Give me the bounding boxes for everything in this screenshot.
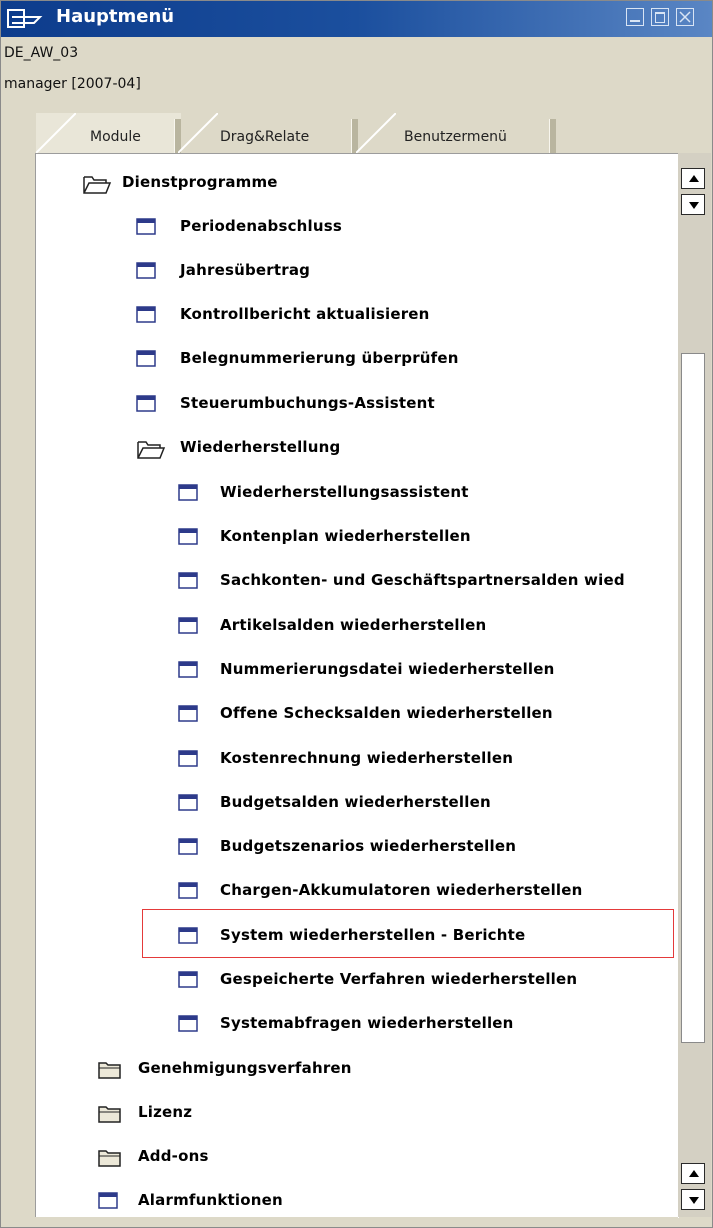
folder-open-icon [136, 439, 166, 465]
module-tabs: Module Drag&Relate Benutzermenü [36, 113, 556, 153]
window-icon [178, 572, 198, 594]
user-info-label: manager [2007-04] [4, 76, 141, 92]
window-icon [178, 484, 198, 506]
window-icon [178, 838, 198, 860]
scroll-up-button[interactable] [681, 168, 705, 189]
tab-benutzermenue[interactable]: Benutzermenü [356, 113, 556, 153]
tree-item-label: Sachkonten- und Geschäftspartnersalden w… [220, 571, 625, 589]
window-icon [98, 1192, 118, 1214]
window-title: Hauptmenü [56, 6, 175, 27]
tab-drag-relate[interactable]: Drag&Relate [178, 113, 358, 153]
tab-label: Benutzermenü [404, 129, 507, 145]
window-icon [178, 705, 198, 727]
window-icon [178, 661, 198, 683]
bottom-border [35, 1217, 678, 1227]
tree-item-label: Alarmfunktionen [138, 1191, 283, 1209]
tree-item-label: Wiederherstellungsassistent [220, 483, 469, 501]
arrow-down-icon [689, 1197, 699, 1204]
company-database-label: DE_AW_03 [4, 45, 79, 61]
tree-item-label: Offene Schecksalden wiederherstellen [220, 704, 553, 722]
tree-item-label: Lizenz [138, 1103, 193, 1121]
scroll-thumb[interactable] [681, 353, 705, 1043]
tree-item-label: Jahresübertrag [180, 261, 311, 279]
tree-item-label: Genehmigungsverfahren [138, 1059, 352, 1077]
tree-item-label: Add-ons [138, 1147, 209, 1165]
folder-open-icon [82, 174, 112, 200]
tree-item-label: Wiederherstellung [180, 438, 341, 456]
window-icon [178, 617, 198, 639]
folder-closed-icon [98, 1104, 122, 1128]
arrow-down-icon [689, 202, 699, 209]
folder-closed-icon [98, 1148, 122, 1172]
window-icon [178, 750, 198, 772]
tree-item-label: Budgetsalden wiederherstellen [220, 793, 491, 811]
module-tree: Dienstprogramme Periodenabschluss Jahres… [35, 153, 679, 1218]
tree-item-label: Periodenabschluss [180, 217, 343, 235]
window-icon [136, 218, 156, 240]
tab-module[interactable]: Module [36, 113, 181, 153]
scroll-down-button[interactable] [681, 194, 705, 215]
minimize-button[interactable] [626, 8, 644, 26]
tree-item-label: Systemabfragen wiederherstellen [220, 1014, 514, 1032]
window-icon [178, 971, 198, 993]
arrow-up-icon [689, 1170, 699, 1177]
tree-item-label: Kontrollbericht aktualisieren [180, 305, 430, 323]
tree-item-label: Budgetszenarios wiederherstellen [220, 837, 517, 855]
tree-item-label: Belegnummerierung überprüfen [180, 349, 459, 367]
tree-item-label: Steuerumbuchungs-Assistent [180, 394, 435, 412]
tree-item-label: Nummerierungsdatei wiederherstellen [220, 660, 555, 678]
main-menu-window: Hauptmenü DE_AW_03 manager [2007-04] Mod… [0, 0, 713, 1228]
window-icon [136, 306, 156, 328]
tree-item-label: Dienstprogramme [122, 173, 278, 191]
tree-item-label: Kostenrechnung wiederherstellen [220, 749, 514, 767]
scroll-up-button-bottom[interactable] [681, 1163, 705, 1184]
window-icon [178, 528, 198, 550]
window-icon [178, 1015, 198, 1037]
tree-item-label: Kontenplan wiederherstellen [220, 527, 471, 545]
tree-item-label: Gespeicherte Verfahren wiederherstellen [220, 970, 578, 988]
maximize-button[interactable] [651, 8, 669, 26]
window-icon [178, 927, 198, 949]
tab-label: Module [90, 129, 141, 145]
tree-item-label: Artikelsalden wiederherstellen [220, 616, 487, 634]
close-button[interactable] [676, 8, 694, 26]
scroll-down-button-bottom[interactable] [681, 1189, 705, 1210]
tree-item-label: Chargen-Akkumulatoren wiederherstellen [220, 881, 583, 899]
window-icon [178, 882, 198, 904]
window-icon [136, 350, 156, 372]
title-bar[interactable]: Hauptmenü [1, 1, 712, 37]
window-icon [178, 794, 198, 816]
tab-label: Drag&Relate [220, 129, 310, 145]
vertical-scrollbar[interactable] [678, 153, 711, 1217]
arrow-up-icon [689, 175, 699, 182]
folder-closed-icon [98, 1060, 122, 1084]
tree-item-label: System wiederherstellen - Berichte [220, 926, 526, 944]
window-icon [136, 395, 156, 417]
window-icon [136, 262, 156, 284]
menu-window-icon [7, 9, 43, 33]
